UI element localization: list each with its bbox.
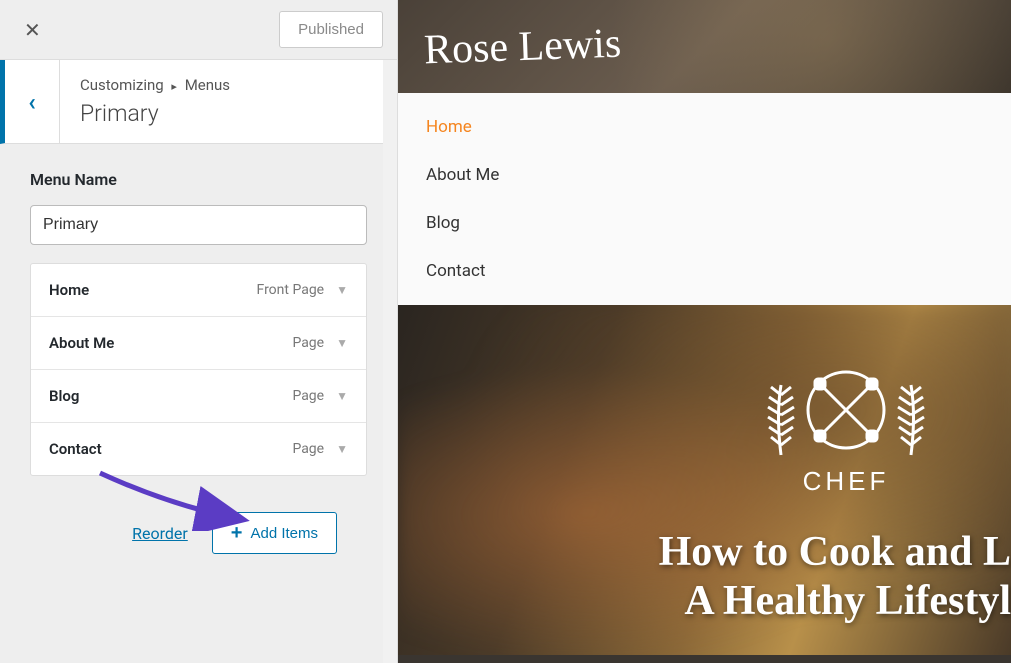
menu-item[interactable]: Blog Page ▼ — [31, 370, 366, 423]
panel-content: Menu Name Home Front Page ▼ About Me Pag… — [0, 144, 397, 580]
menu-item-type: Page — [292, 335, 324, 351]
breadcrumb-prefix: Customizing — [80, 76, 164, 94]
sidebar-scrollbar[interactable] — [383, 60, 397, 663]
nav-item-blog[interactable]: Blog — [398, 199, 1011, 247]
nav-item-home[interactable]: Home — [398, 103, 1011, 151]
menu-item-label: Contact — [49, 440, 292, 458]
page-title: Primary — [80, 100, 377, 127]
close-icon[interactable]: ✕ — [14, 12, 51, 48]
breadcrumb-separator-icon: ▸ — [171, 80, 177, 93]
breadcrumb: ‹ Customizing ▸ Menus Primary — [0, 60, 397, 144]
menu-item[interactable]: About Me Page ▼ — [31, 317, 366, 370]
svg-text:CHEF: CHEF — [803, 466, 890, 496]
chevron-down-icon: ▼ — [336, 336, 348, 350]
chevron-down-icon: ▼ — [336, 389, 348, 403]
back-button[interactable]: ‹ — [5, 60, 60, 143]
menu-item-type: Page — [292, 388, 324, 404]
add-items-button[interactable]: + Add Items — [212, 512, 337, 554]
reorder-link[interactable]: Reorder — [132, 524, 188, 543]
nav-item-about[interactable]: About Me — [398, 151, 1011, 199]
chevron-left-icon: ‹ — [28, 88, 36, 116]
menu-item-type: Page — [292, 441, 324, 457]
bottom-actions: Reorder + Add Items — [30, 476, 367, 554]
menu-item-label: About Me — [49, 334, 292, 352]
site-title: Rose Lewis — [423, 19, 622, 74]
nav-item-contact[interactable]: Contact — [398, 247, 1011, 295]
publish-button[interactable]: Published — [279, 11, 383, 48]
customizer-panel: ✕ Published ‹ Customizing ▸ Menus Primar… — [0, 0, 398, 663]
hero-section: CHEF How to Cook and L A Healthy Lifesty… — [398, 305, 1011, 655]
hero-title-line1: How to Cook and L — [659, 528, 1011, 576]
chevron-down-icon: ▼ — [336, 283, 348, 297]
menu-items-list: Home Front Page ▼ About Me Page ▼ Blog P… — [30, 263, 367, 476]
menu-name-label: Menu Name — [30, 170, 367, 189]
menu-item-label: Blog — [49, 387, 292, 405]
chevron-down-icon: ▼ — [336, 442, 348, 456]
hero-text: How to Cook and L A Healthy Lifestyl — [659, 528, 1011, 625]
menu-item[interactable]: Contact Page ▼ — [31, 423, 366, 475]
panel-header: ✕ Published — [0, 0, 397, 60]
menu-item-type: Front Page — [257, 282, 325, 298]
chef-badge-icon: CHEF — [741, 325, 951, 535]
breadcrumb-text: Customizing ▸ Menus Primary — [60, 60, 397, 143]
add-items-label: Add Items — [250, 525, 318, 542]
site-header: Rose Lewis — [398, 0, 1011, 93]
menu-name-input[interactable] — [30, 205, 367, 245]
menu-item[interactable]: Home Front Page ▼ — [31, 264, 366, 317]
plus-icon: + — [231, 523, 243, 543]
menu-item-label: Home — [49, 281, 257, 299]
hero-title-line2: A Healthy Lifestyl — [659, 577, 1011, 625]
site-nav: Home About Me Blog Contact — [398, 93, 1011, 305]
preview-pane: Rose Lewis Home About Me Blog Contact — [398, 0, 1011, 663]
breadcrumb-current: Menus — [185, 76, 230, 94]
